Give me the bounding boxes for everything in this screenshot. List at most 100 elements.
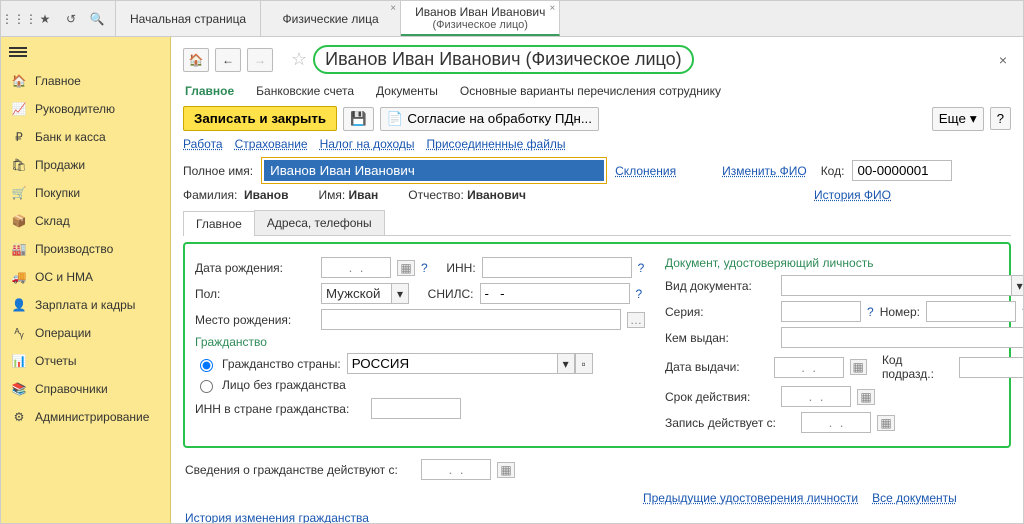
snils-input[interactable] (480, 283, 630, 304)
record-from-input[interactable] (801, 412, 871, 433)
forward-button[interactable]: → (247, 48, 273, 72)
link-tax[interactable]: Налог на доходы (320, 137, 415, 151)
nav-icon: 📦 (11, 214, 27, 228)
tab-persons[interactable]: × Физические лица (261, 1, 401, 36)
doc-type-input[interactable] (781, 275, 1011, 296)
sidebar-item-8[interactable]: 👤Зарплата и кадры (1, 291, 170, 319)
help-icon[interactable]: ? (1022, 305, 1023, 319)
save-close-button[interactable]: Записать и закрыть (183, 106, 337, 131)
favorite-icon[interactable]: ☆ (291, 49, 307, 70)
sidebar-item-9[interactable]: ᴬᵧОперации (1, 319, 170, 347)
nav-icon: 📈 (11, 102, 27, 116)
subtab-addresses[interactable]: Адреса, телефоны (254, 210, 385, 235)
sidebar-item-4[interactable]: 🛒Покупки (1, 179, 170, 207)
citizenship-title: Гражданство (195, 335, 645, 349)
issued-by-input[interactable] (781, 327, 1023, 348)
id-doc-title: Документ, удостоверяющий личность (665, 256, 1023, 270)
pob-input[interactable] (321, 309, 621, 330)
issue-date-input[interactable] (774, 357, 844, 378)
sidebar-item-label: Покупки (35, 186, 80, 200)
fio-history-link[interactable]: История ФИО (814, 188, 891, 202)
sectab-payments[interactable]: Основные варианты перечисления сотрудник… (460, 84, 721, 98)
sidebar-item-12[interactable]: ⚙Администрирование (1, 403, 170, 431)
link-insurance[interactable]: Страхование (235, 137, 308, 151)
sectab-bank[interactable]: Банковские счета (256, 84, 354, 98)
calendar-icon[interactable]: ▦ (857, 389, 875, 405)
ellipsis-icon[interactable]: … (627, 312, 645, 328)
apps-icon[interactable]: ⋮⋮⋮ (7, 7, 31, 31)
link-work[interactable]: Работа (183, 137, 223, 151)
chevron-down-icon[interactable]: ▾ (391, 283, 409, 304)
sidebar-item-3[interactable]: 🛍Продажи (1, 151, 170, 179)
close-panel-button[interactable]: × (995, 48, 1011, 72)
nav-icon: 🏠 (11, 74, 27, 88)
change-fio-link[interactable]: Изменить ФИО (722, 164, 807, 178)
calendar-icon[interactable]: ▦ (497, 462, 515, 478)
calendar-icon[interactable]: ▦ (877, 415, 895, 431)
code-input[interactable] (852, 160, 952, 181)
chevron-down-icon[interactable]: ▾ (557, 353, 575, 374)
sidebar-item-11[interactable]: 📚Справочники (1, 375, 170, 403)
dob-input[interactable] (321, 257, 391, 278)
inn-input[interactable] (482, 257, 632, 278)
consent-button[interactable]: 📄 Согласие на обработку ПДн... (380, 107, 599, 131)
close-icon[interactable]: × (390, 3, 396, 14)
sidebar-toggle[interactable] (1, 37, 170, 67)
sidebar-item-label: Склад (35, 214, 70, 228)
declensions-link[interactable]: Склонения (615, 164, 676, 178)
nav-icon: ⚙ (11, 410, 27, 424)
dob-label: Дата рождения: (195, 261, 315, 275)
back-button[interactable]: ← (215, 48, 241, 72)
valid-until-input[interactable] (781, 386, 851, 407)
sidebar-item-2[interactable]: ₽Банк и касса (1, 123, 170, 151)
home-button[interactable]: 🏠 (183, 48, 209, 72)
chevron-down-icon[interactable]: ▾ (1011, 275, 1023, 296)
sidebar-item-5[interactable]: 📦 Склад (1, 207, 170, 235)
sidebar-item-0[interactable]: 🏠Главное (1, 67, 170, 95)
help-icon[interactable]: ? (867, 305, 874, 319)
sidebar-item-7[interactable]: 🚚ОС и НМА (1, 263, 170, 291)
number-label: Номер: (880, 305, 920, 319)
save-button[interactable]: 💾 (343, 107, 374, 131)
sectab-main[interactable]: Главное (185, 84, 234, 98)
link-files[interactable]: Присоединенные файлы (427, 137, 566, 151)
hamburger-icon (9, 45, 27, 59)
inn-country-input[interactable] (371, 398, 461, 419)
help-icon[interactable]: ? (636, 287, 643, 301)
all-docs-link[interactable]: Все документы (872, 491, 957, 505)
search-icon[interactable]: 🔍 (85, 7, 109, 31)
prev-docs-link[interactable]: Предыдущие удостоверения личности (643, 491, 858, 505)
sidebar-item-label: Руководителю (35, 102, 115, 116)
issued-by-label: Кем выдан: (665, 331, 775, 345)
help-button[interactable]: ? (990, 107, 1011, 130)
sex-label: Пол: (195, 287, 315, 301)
number-input[interactable] (926, 301, 1016, 322)
country-input[interactable] (347, 353, 557, 374)
stateless-radio[interactable] (200, 380, 213, 393)
tab-home[interactable]: Начальная страница (116, 1, 261, 36)
citizenship-country-radio[interactable] (200, 359, 213, 372)
series-input[interactable] (781, 301, 861, 322)
help-icon[interactable]: ? (638, 261, 645, 275)
citizenship-from-input[interactable] (421, 459, 491, 480)
calendar-icon[interactable]: ▦ (397, 260, 415, 276)
sex-select[interactable] (321, 283, 391, 304)
citizenship-history-link[interactable]: История изменения гражданства (185, 511, 1011, 523)
close-icon[interactable]: × (549, 3, 555, 14)
dept-code-input[interactable] (959, 357, 1023, 378)
sidebar-item-1[interactable]: 📈 Руководителю (1, 95, 170, 123)
sidebar-item-10[interactable]: 📊Отчеты (1, 347, 170, 375)
tab-person-card[interactable]: × Иванов Иван Иванович (Физическое лицо) (401, 1, 560, 36)
more-button[interactable]: Еще ▾ (932, 107, 984, 131)
sectab-docs[interactable]: Документы (376, 84, 438, 98)
history-icon[interactable]: ↺ (59, 7, 83, 31)
calendar-icon[interactable]: ▦ (850, 359, 867, 375)
full-name-input[interactable] (264, 160, 604, 181)
open-icon[interactable]: ▫ (575, 353, 593, 374)
nav-icon: 🚚 (11, 270, 27, 284)
help-icon[interactable]: ? (421, 261, 428, 275)
sidebar-item-6[interactable]: 🏭Производство (1, 235, 170, 263)
star-icon[interactable]: ★ (33, 7, 57, 31)
top-icon-group: ⋮⋮⋮ ★ ↺ 🔍 (1, 1, 116, 36)
subtab-main[interactable]: Главное (183, 211, 255, 236)
